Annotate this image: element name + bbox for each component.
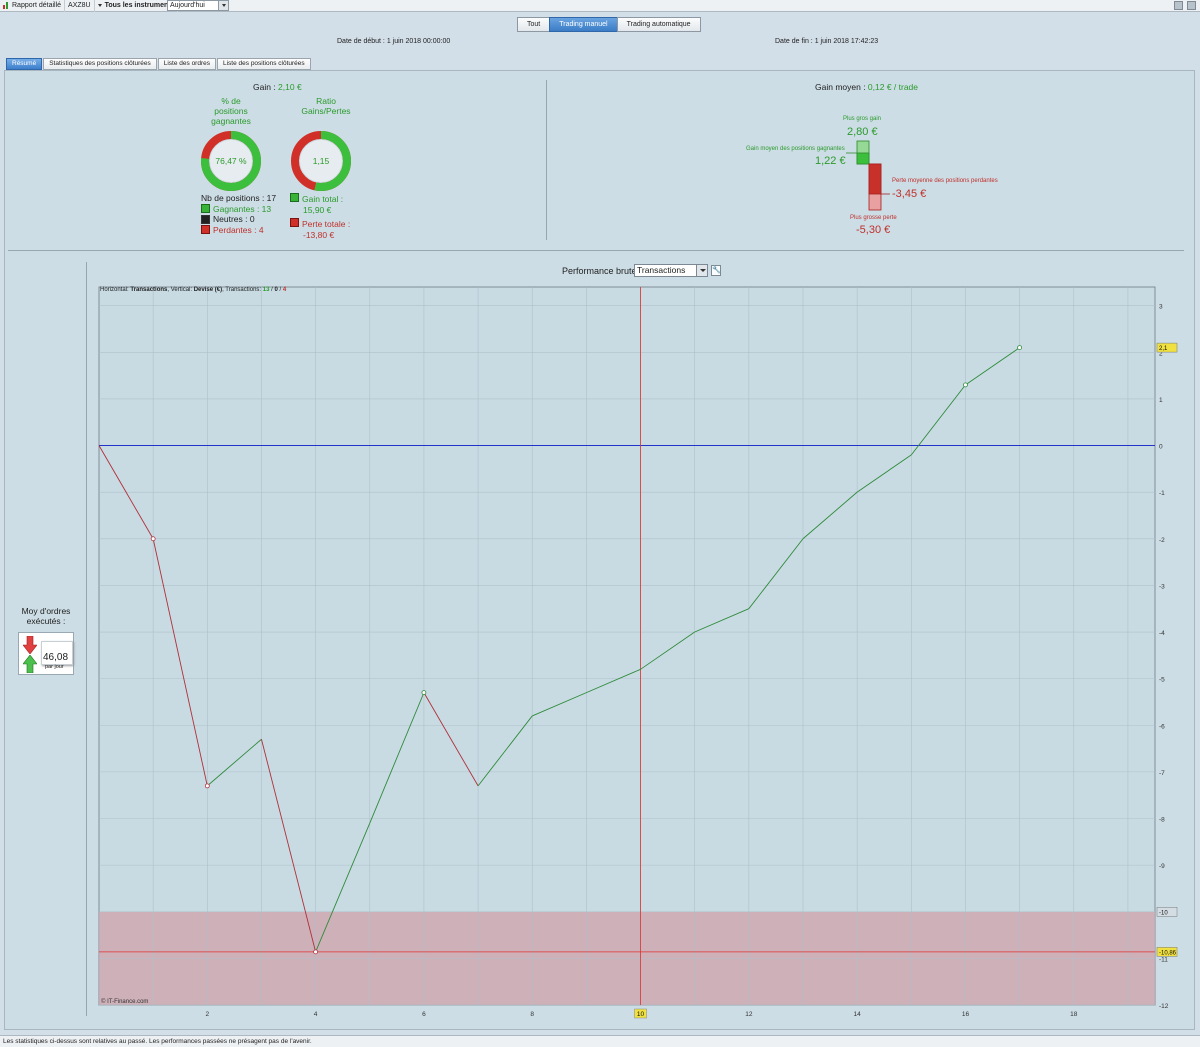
y-tick-label: -11	[1159, 956, 1168, 963]
x-tick-label: 18	[1070, 1011, 1078, 1018]
x-tick-label: 14	[854, 1011, 862, 1018]
y-tick-label: 1	[1159, 397, 1163, 404]
data-point	[204, 783, 210, 789]
loss-zone-tag: -10	[1159, 910, 1168, 916]
y-tick-label: -4	[1159, 630, 1165, 637]
chart-legend: Horizontal: Transactions, Vertical: Devi…	[100, 287, 286, 293]
legend-loss-count: 4	[282, 287, 287, 293]
data-point	[150, 536, 156, 542]
cursor-label: 10	[637, 1011, 645, 1018]
y-tick-label: -1	[1159, 490, 1165, 497]
y-tick-label: -2	[1159, 537, 1165, 544]
legend-vertical: Devise (€)	[193, 287, 223, 293]
min-value-tag: -10,86	[1159, 950, 1177, 956]
x-tick-label: 2	[205, 1011, 209, 1018]
data-point	[1017, 345, 1023, 351]
x-tick-label: 16	[962, 1011, 970, 1018]
x-tick-label: 12	[745, 1011, 753, 1018]
y-tick-label: -3	[1159, 583, 1165, 590]
x-tick-label: 6	[422, 1011, 426, 1018]
x-tick-label: 8	[530, 1011, 534, 1018]
last-value-tag: 2,1	[1159, 346, 1168, 352]
y-tick-label: 3	[1159, 304, 1163, 311]
disclaimer-footer: Les statistiques ci-dessus sont relative…	[0, 1035, 1200, 1047]
data-point	[963, 382, 968, 388]
y-tick-label: -5	[1159, 677, 1165, 684]
plot-area	[98, 286, 1156, 1006]
x-tick-label: 4	[314, 1011, 318, 1018]
y-tick-label: -12	[1159, 1003, 1169, 1010]
legend-text: , Transactions:	[222, 287, 263, 293]
y-tick-label: -6	[1159, 723, 1165, 730]
legend-text: , Vertical:	[167, 287, 194, 293]
legend-horizontal: Transactions	[130, 287, 168, 293]
data-point	[313, 949, 319, 955]
y-tick-label: -9	[1159, 863, 1165, 870]
data-point	[421, 690, 427, 696]
y-tick-label: -7	[1159, 770, 1165, 777]
y-tick-label: 0	[1159, 444, 1163, 451]
legend-text: Horizontal:	[100, 287, 131, 293]
performance-chart: 3210-1-2-3-4-5-6-7-8-9-10-11-12246812141…	[98, 286, 1178, 1019]
chart-copyright: © IT-Finance.com	[101, 998, 148, 1005]
y-tick-label: -8	[1159, 817, 1165, 824]
